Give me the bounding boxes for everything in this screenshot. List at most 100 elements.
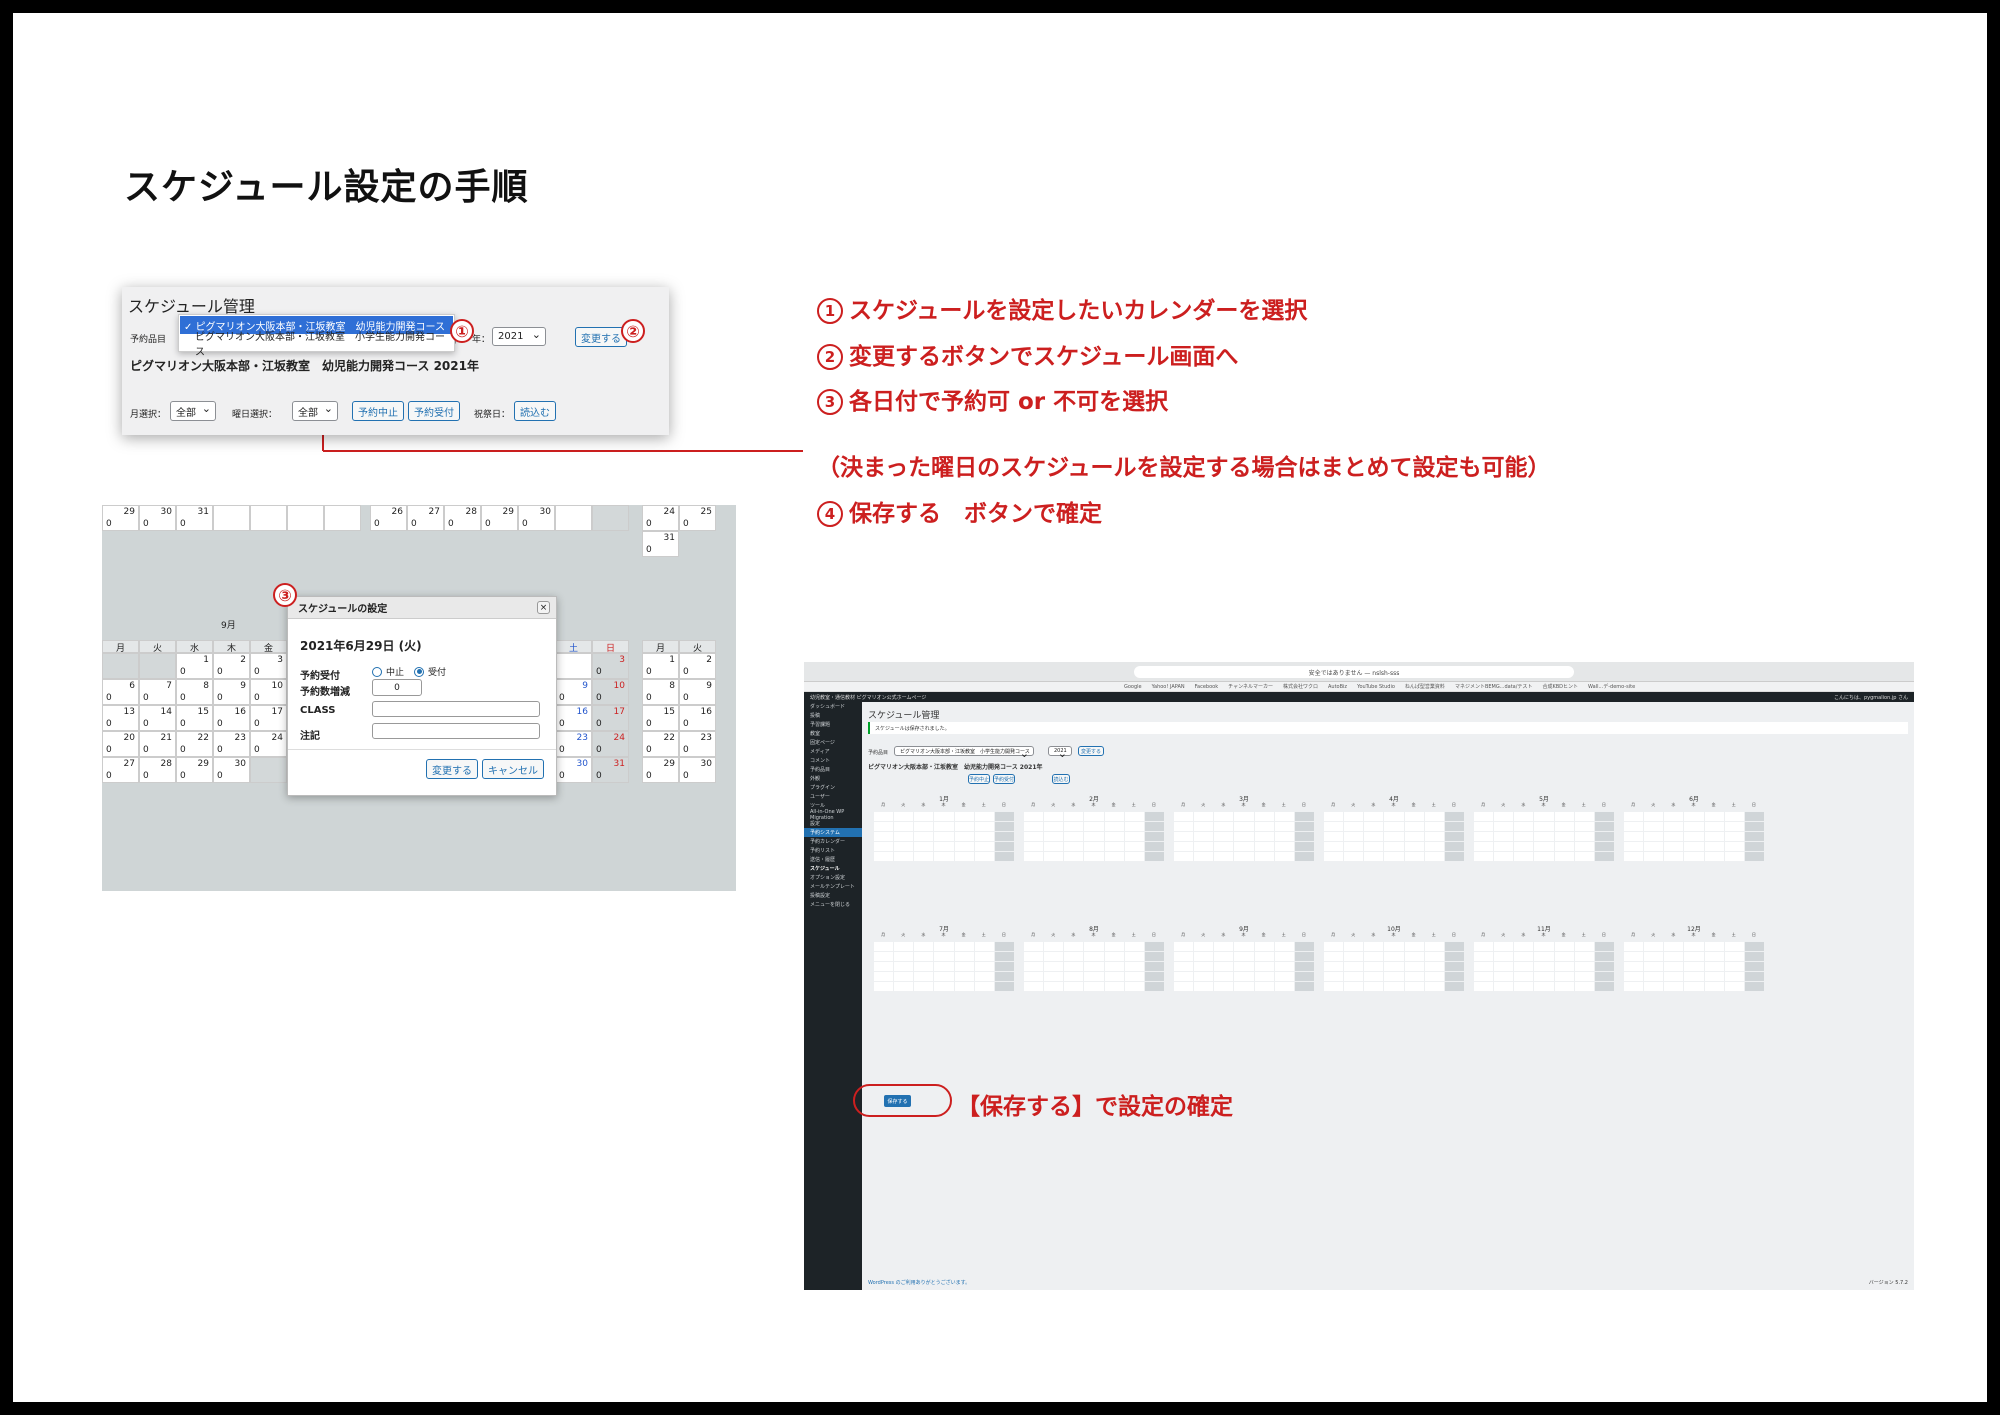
calendar-day[interactable]: 31 0 — [592, 757, 629, 783]
sidebar-item[interactable]: 外観 — [804, 774, 862, 783]
calendar-day[interactable] — [934, 852, 954, 861]
calendar-day[interactable] — [1254, 972, 1274, 981]
calendar-day[interactable] — [1344, 982, 1364, 991]
calendar-day[interactable]: 27 0 — [407, 505, 444, 531]
calendar-day[interactable] — [1684, 962, 1704, 971]
calendar-day[interactable] — [1124, 952, 1144, 961]
calendar-day[interactable] — [1404, 952, 1424, 961]
calendar-day[interactable] — [1624, 962, 1644, 971]
calendar-day[interactable] — [1234, 822, 1254, 831]
calendar-day[interactable]: 22 0 — [642, 731, 679, 757]
calendar-day[interactable] — [1624, 812, 1644, 821]
sidebar-item[interactable]: 予習課題 — [804, 720, 862, 729]
calendar-day[interactable] — [1574, 822, 1594, 831]
calendar-day[interactable] — [1534, 852, 1554, 861]
calendar-day[interactable]: 27 0 — [102, 757, 139, 783]
calendar-day[interactable]: 10 0 — [592, 679, 629, 705]
calendar-day[interactable] — [1064, 962, 1084, 971]
calendar-day[interactable] — [934, 822, 954, 831]
sidebar-item[interactable]: プラグイン — [804, 783, 862, 792]
calendar-day[interactable] — [1424, 822, 1444, 831]
calendar-day[interactable] — [1704, 982, 1724, 991]
calendar-day[interactable]: 90 — [555, 679, 592, 705]
calendar-day[interactable]: 20 — [213, 653, 250, 679]
calendar-day[interactable] — [914, 822, 934, 831]
calendar-day[interactable] — [1624, 842, 1644, 851]
calendar-day[interactable] — [1084, 812, 1104, 821]
sidebar-item[interactable]: 予約品目 — [804, 765, 862, 774]
calendar-day[interactable] — [1214, 812, 1234, 821]
calendar-day[interactable] — [954, 812, 974, 821]
radio-accept[interactable] — [414, 666, 425, 677]
calendar-day[interactable]: 30 0 — [213, 757, 250, 783]
calendar-day[interactable] — [1344, 832, 1364, 841]
calendar-day[interactable] — [1144, 822, 1164, 831]
calendar-day[interactable] — [1044, 972, 1064, 981]
calendar-day[interactable]: 10 0 — [250, 679, 287, 705]
calendar-day[interactable] — [1064, 842, 1084, 851]
calendar-day[interactable] — [1384, 842, 1404, 851]
calendar-day[interactable] — [874, 852, 894, 861]
calendar-day[interactable] — [1494, 812, 1514, 821]
calendar-day[interactable] — [1514, 812, 1534, 821]
close-icon[interactable]: × — [537, 601, 550, 614]
calendar-day[interactable] — [1404, 962, 1424, 971]
calendar-day[interactable]: 28 0 — [444, 505, 481, 531]
calendar-day[interactable] — [1744, 812, 1764, 821]
calendar-day[interactable] — [1664, 812, 1684, 821]
bookmark-link[interactable]: ねんぱ型営業資料 — [1405, 683, 1445, 690]
calendar-day[interactable] — [1044, 842, 1064, 851]
dropdown-option[interactable]: ピグマリオン大阪本部・江坂教室 小学生能力開発コース — [179, 332, 454, 358]
calendar-day[interactable]: 24 0 — [250, 731, 287, 757]
calendar-day[interactable] — [1194, 832, 1214, 841]
calendar-day[interactable] — [1144, 812, 1164, 821]
calendar-day[interactable] — [1664, 982, 1684, 991]
calendar-day[interactable] — [1594, 982, 1614, 991]
calendar-day[interactable] — [1744, 982, 1764, 991]
calendar-day[interactable] — [1324, 962, 1344, 971]
calendar-day[interactable] — [1124, 852, 1144, 861]
calendar-day[interactable] — [1234, 962, 1254, 971]
calendar-day[interactable] — [1384, 852, 1404, 861]
calendar-day[interactable] — [1234, 982, 1254, 991]
calendar-day[interactable] — [1104, 822, 1124, 831]
calendar-day[interactable]: 30 0 — [679, 757, 716, 783]
calendar-day[interactable] — [1104, 852, 1124, 861]
sidebar-item[interactable]: オプション設定 — [804, 873, 862, 882]
calendar-day[interactable] — [1494, 852, 1514, 861]
calendar-day[interactable] — [934, 812, 954, 821]
calendar-day[interactable] — [874, 822, 894, 831]
sidebar-item[interactable]: ダッシュボード — [804, 702, 862, 711]
calendar-day[interactable] — [1364, 962, 1384, 971]
calendar-day[interactable] — [1574, 942, 1594, 951]
calendar-day[interactable] — [1684, 942, 1704, 951]
calendar-day[interactable] — [974, 972, 994, 981]
calendar-day[interactable] — [1474, 982, 1494, 991]
calendar-day[interactable] — [1384, 962, 1404, 971]
calendar-day[interactable] — [1554, 812, 1574, 821]
calendar-day[interactable] — [1744, 832, 1764, 841]
calendar-day[interactable] — [1554, 942, 1574, 951]
calendar-day[interactable] — [954, 842, 974, 851]
calendar-day[interactable] — [1594, 852, 1614, 861]
calendar-day[interactable] — [1594, 822, 1614, 831]
calendar-day[interactable] — [1574, 812, 1594, 821]
calendar-day[interactable] — [894, 962, 914, 971]
calendar-day[interactable] — [1724, 842, 1744, 851]
calendar-day[interactable] — [1744, 842, 1764, 851]
calendar-day[interactable] — [1024, 982, 1044, 991]
calendar-day[interactable] — [1324, 952, 1344, 961]
calendar-day[interactable] — [954, 982, 974, 991]
calendar-day[interactable] — [874, 982, 894, 991]
modal-change-button[interactable]: 変更する — [426, 759, 478, 779]
calendar-day[interactable] — [1364, 812, 1384, 821]
calendar-day[interactable] — [1104, 842, 1124, 851]
calendar-day[interactable] — [1174, 942, 1194, 951]
calendar-day[interactable] — [1594, 942, 1614, 951]
calendar-day[interactable] — [1624, 832, 1644, 841]
calendar-day[interactable] — [1514, 832, 1534, 841]
calendar-day[interactable] — [1404, 982, 1424, 991]
calendar-day[interactable] — [1744, 852, 1764, 861]
wp-load-button[interactable]: 読込む — [1052, 774, 1070, 784]
calendar-day[interactable] — [1444, 822, 1464, 831]
